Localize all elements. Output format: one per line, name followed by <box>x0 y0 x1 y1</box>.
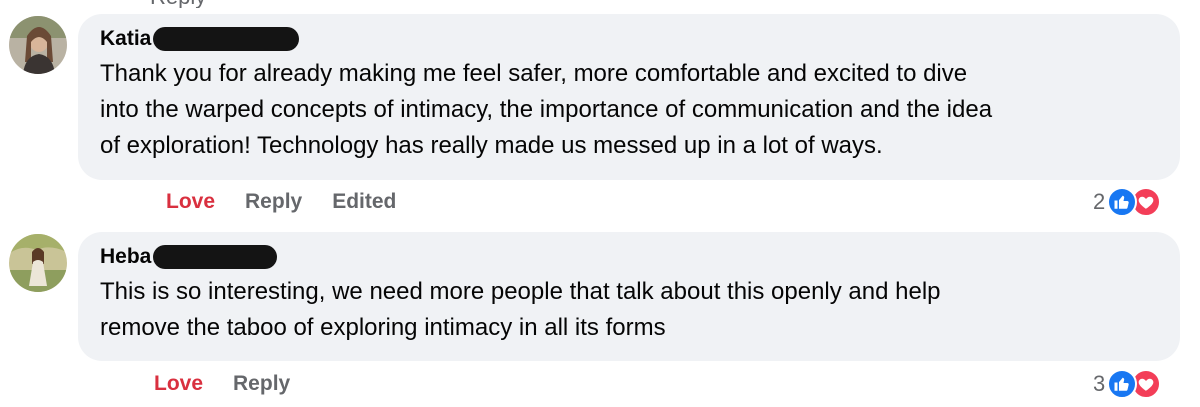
comment-body: Thank you for already making me feel saf… <box>100 56 1158 164</box>
love-reaction-button[interactable]: Love <box>154 372 203 396</box>
reaction-summary[interactable]: 3 <box>1093 369 1162 399</box>
redacted-surname <box>153 27 300 51</box>
comment-text-line: This is so interesting, we need more peo… <box>100 278 941 305</box>
previous-comment-action-partial: Reply <box>150 0 410 8</box>
comment-bubble: Katia Thank you for already making me fe… <box>78 14 1180 180</box>
comment-header: Katia <box>100 24 1158 54</box>
reply-button[interactable]: Reply <box>233 372 290 396</box>
previous-reply-label: Reply <box>150 0 410 8</box>
love-reaction-button[interactable]: Love <box>166 190 215 214</box>
comment-text-line: remove the taboo of exploring intimacy i… <box>100 314 666 341</box>
edited-label[interactable]: Edited <box>332 190 396 214</box>
like-icon <box>1107 369 1138 399</box>
avatar-photo-heba <box>9 234 67 292</box>
comment-author-name[interactable]: Katia <box>100 27 151 51</box>
avatar[interactable] <box>9 234 67 292</box>
reaction-summary[interactable]: 2 <box>1093 187 1162 217</box>
comment-text-line: Thank you for already making me feel saf… <box>100 60 968 87</box>
comment-bubble: Heba This is so interesting, we need mor… <box>78 232 1180 361</box>
comment-text-line: into the warped concepts of intimacy, th… <box>100 96 993 123</box>
avatar[interactable] <box>9 16 67 74</box>
like-icon <box>1107 187 1138 217</box>
redacted-surname <box>153 245 278 269</box>
comment-body: This is so interesting, we need more peo… <box>100 274 1158 346</box>
comment-text-line: of exploration! Technology has really ma… <box>100 132 883 159</box>
reply-button[interactable]: Reply <box>245 190 302 214</box>
reaction-count: 2 <box>1093 189 1106 214</box>
comment-header: Heba <box>100 242 1158 272</box>
comment-thread: Reply Katia Thank you for already making… <box>0 0 1200 407</box>
comment-actions: Love Reply Edited <box>166 190 396 214</box>
avatar-photo-katia <box>9 16 67 74</box>
comment-actions: Love Reply <box>154 372 290 396</box>
comment-author-name[interactable]: Heba <box>100 245 151 269</box>
reaction-count: 3 <box>1093 371 1106 396</box>
